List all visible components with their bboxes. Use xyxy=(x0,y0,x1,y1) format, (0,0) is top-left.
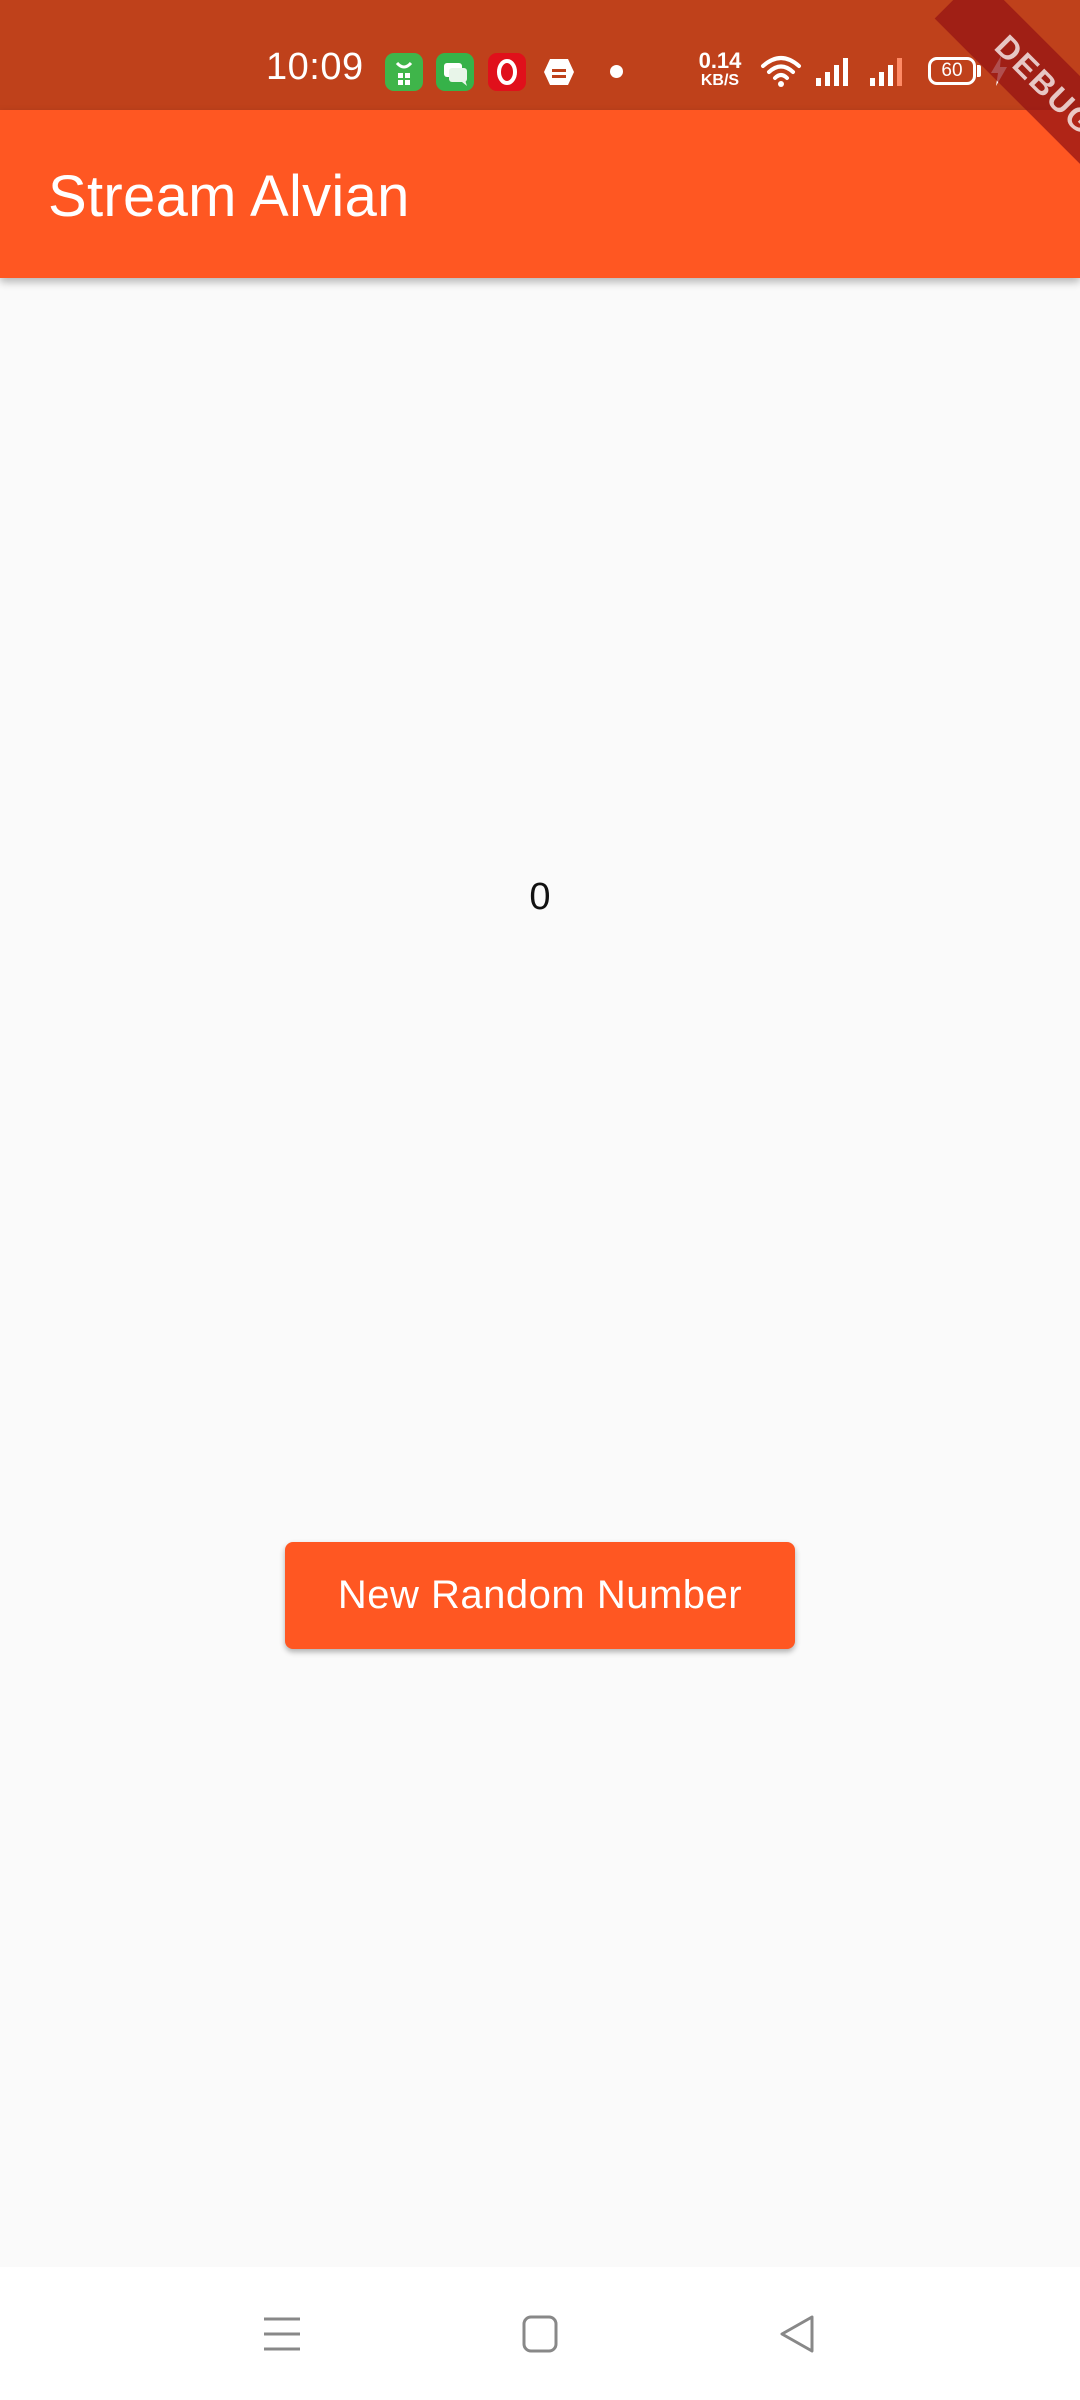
wifi-icon xyxy=(761,56,801,87)
charging-icon xyxy=(991,56,1007,86)
battery-icon: 60 xyxy=(928,57,976,85)
status-bar: 10:09 0.14 KB/S 60 xyxy=(0,0,1080,110)
messages-icon xyxy=(436,53,474,91)
shopping-app-icon xyxy=(385,53,423,91)
status-time: 10:09 xyxy=(266,46,364,88)
debug-banner: DEBUG xyxy=(0,0,1080,2400)
app-bar: Stream Alvian xyxy=(0,110,1080,278)
cellular-signal-2-icon xyxy=(870,58,902,86)
notification-dot xyxy=(610,65,623,78)
opera-icon xyxy=(488,53,526,91)
new-random-number-button[interactable]: New Random Number xyxy=(285,1542,795,1649)
back-icon[interactable] xyxy=(768,2309,828,2359)
battery-tip xyxy=(977,65,981,77)
random-number-display: 0 xyxy=(529,876,551,918)
bank-app-icon xyxy=(540,53,578,91)
network-speed-unit: KB/S xyxy=(700,72,740,89)
app-title: Stream Alvian xyxy=(48,164,410,229)
home-icon[interactable] xyxy=(510,2309,570,2359)
menu-icon[interactable] xyxy=(252,2309,312,2359)
navigation-bar xyxy=(0,2267,1080,2400)
network-speed: 0.14 KB/S xyxy=(693,50,747,89)
network-speed-value: 0.14 xyxy=(698,48,742,73)
cellular-signal-1-icon xyxy=(816,58,848,86)
